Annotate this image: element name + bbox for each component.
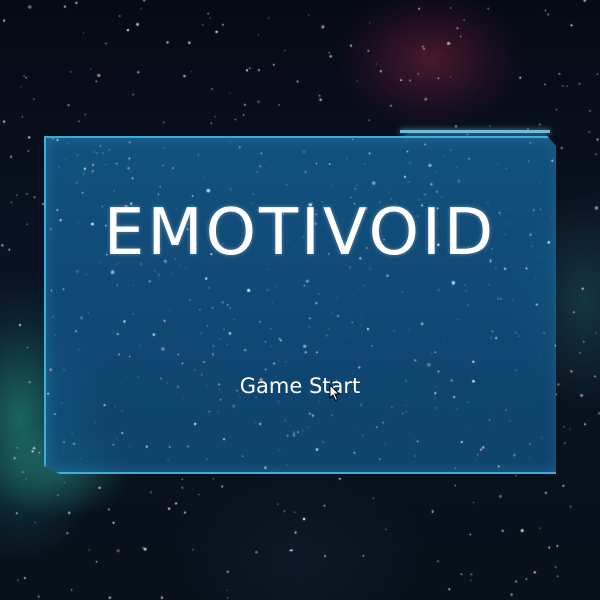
panel-starfield <box>46 138 558 472</box>
game-title: EMOTIVOID <box>103 196 497 270</box>
title-screen: EMOTIVOID Game Start <box>0 0 600 600</box>
panel-top-accent <box>400 130 550 133</box>
title-panel <box>44 136 560 474</box>
game-start-button[interactable]: Game Start <box>220 368 380 404</box>
mouse-pointer-icon <box>329 384 341 402</box>
